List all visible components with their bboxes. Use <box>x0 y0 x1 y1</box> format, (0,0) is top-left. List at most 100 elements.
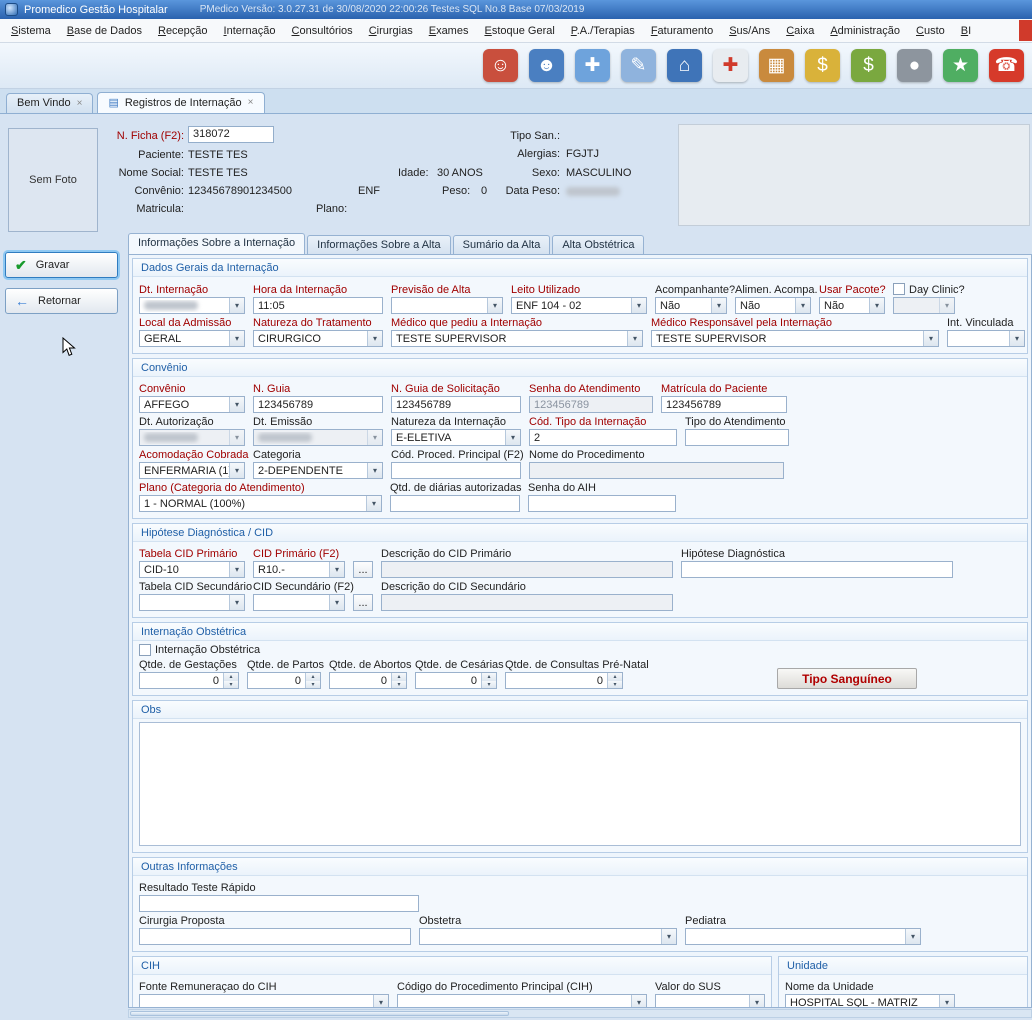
close-icon[interactable]: × <box>248 97 254 108</box>
spin-down-icon[interactable]: ▾ <box>306 681 320 689</box>
spinner-arrows[interactable]: ▴▾ <box>223 673 238 688</box>
menu-recepcao[interactable]: Recepção <box>150 21 216 41</box>
usar-pacote-combo[interactable]: Não▾ <box>819 297 885 314</box>
desc-cid-secundario-input[interactable] <box>381 594 673 611</box>
financeiro-icon[interactable]: $ <box>851 49 886 82</box>
spinner-arrows[interactable]: ▴▾ <box>305 673 320 688</box>
menu-internacao[interactable]: Internação <box>216 21 284 41</box>
cod-tipo-internacao-input[interactable]: 2 <box>529 429 677 446</box>
int-vinculada-combo[interactable]: ▾ <box>947 330 1025 347</box>
prontuario-icon[interactable]: ✎ <box>621 49 656 82</box>
recepcao-icon[interactable]: ☺ <box>483 49 518 82</box>
acomodacao-cobrada-combo[interactable]: ENFERMARIA (1)▾ <box>139 462 245 479</box>
hipotese-input[interactable] <box>681 561 953 578</box>
leito-combo[interactable]: ENF 104 - 02▾ <box>511 297 647 314</box>
menu-custo[interactable]: Custo <box>908 21 953 41</box>
form-tab-sumario-da-alta[interactable]: Sumário da Alta <box>453 235 551 254</box>
nome-unidade-combo[interactable]: HOSPITAL SQL - MATRIZ▾ <box>785 994 955 1008</box>
categoria-combo[interactable]: 2-DEPENDENTE▾ <box>253 462 383 479</box>
estoque-icon[interactable]: ▦ <box>759 49 794 82</box>
scrollbar-thumb[interactable] <box>130 1011 509 1016</box>
medico-resp-combo[interactable]: TESTE SUPERVISOR▾ <box>651 330 939 347</box>
medico-icon[interactable]: ✚ <box>575 49 610 82</box>
pre-natal-stepper[interactable]: 0▴▾ <box>505 672 623 689</box>
nome-procedimento-input[interactable] <box>529 462 784 479</box>
menu-faturamento[interactable]: Faturamento <box>643 21 721 41</box>
spin-up-icon[interactable]: ▴ <box>608 673 622 681</box>
natureza-internacao-combo[interactable]: E-ELETIVA▾ <box>391 429 521 446</box>
gravar-button[interactable]: ✔ Gravar <box>5 252 118 278</box>
plano-categoria-combo[interactable]: 1 - NORMAL (100%)▾ <box>139 495 382 512</box>
spin-up-icon[interactable]: ▴ <box>224 673 238 681</box>
spin-up-icon[interactable]: ▴ <box>306 673 320 681</box>
day-clinic-combo[interactable]: ▾ <box>893 297 955 314</box>
abortos-stepper[interactable]: 0▴▾ <box>329 672 407 689</box>
obstetrica-checkbox[interactable] <box>139 644 151 656</box>
acompanhante-combo[interactable]: Não▾ <box>655 297 727 314</box>
menu-estoque-geral[interactable]: Estoque Geral <box>476 21 562 41</box>
menu-sus-ans[interactable]: Sus/Ans <box>721 21 778 41</box>
codigo-cih-combo[interactable]: ▾ <box>397 994 647 1008</box>
partos-stepper[interactable]: 0▴▾ <box>247 672 321 689</box>
spin-down-icon[interactable]: ▾ <box>482 681 496 689</box>
obs-textarea[interactable] <box>139 722 1021 846</box>
spin-up-icon[interactable]: ▴ <box>482 673 496 681</box>
ficha-input[interactable]: 318072 <box>188 126 274 143</box>
natureza-tratamento-combo[interactable]: CIRURGICO▾ <box>253 330 383 347</box>
menu-p-a-terapias[interactable]: P.A./Terapias <box>563 21 643 41</box>
convenio-combo[interactable]: AFFEGO▾ <box>139 396 245 413</box>
faturamento-icon[interactable]: $ <box>805 49 840 82</box>
menu-consultorios[interactable]: Consultórios <box>284 21 361 41</box>
menu-caixa[interactable]: Caixa <box>778 21 822 41</box>
ambulancia-icon[interactable]: ✚ <box>713 49 748 82</box>
doc-tab-registros-de-internacao[interactable]: ▤Registros de Internação× <box>97 92 264 113</box>
atendimento-icon[interactable]: ☻ <box>529 49 564 82</box>
retornar-button[interactable]: ← Retornar <box>5 288 118 314</box>
cid-primario-search-button[interactable]: ... <box>353 561 373 578</box>
cirurgia-proposta-input[interactable] <box>139 928 411 945</box>
close-icon[interactable]: × <box>77 98 83 109</box>
tipo-sanguineo-button[interactable]: Tipo Sanguíneo <box>777 668 917 689</box>
dt-autorizacao-combo[interactable]: ▾ <box>139 429 245 446</box>
form-tab-informacoes-sobre-a-alta[interactable]: Informações Sobre a Alta <box>307 235 451 254</box>
alimen-acompa-combo[interactable]: Não▾ <box>735 297 811 314</box>
desc-cid-primario-input[interactable] <box>381 561 673 578</box>
medico-pediu-combo[interactable]: TESTE SUPERVISOR▾ <box>391 330 643 347</box>
dt-emissao-combo[interactable]: ▾ <box>253 429 383 446</box>
leito-icon[interactable]: ⌂ <box>667 49 702 82</box>
n-guia-solicitacao-input[interactable]: 123456789 <box>391 396 521 413</box>
fonte-cih-combo[interactable]: ▾ <box>139 994 389 1008</box>
cod-proced-principal-input[interactable] <box>391 462 521 479</box>
day-clinic-checkbox[interactable] <box>893 283 905 295</box>
obstetra-combo[interactable]: ▾ <box>419 928 677 945</box>
form-tab-alta-obstetrica[interactable]: Alta Obstétrica <box>552 235 644 254</box>
form-tab-informacoes-sobre-a-internacao[interactable]: Informações Sobre a Internação <box>128 233 305 254</box>
tipo-atendimento-input[interactable] <box>685 429 789 446</box>
spinner-arrows[interactable]: ▴▾ <box>481 673 496 688</box>
qtd-diarias-input[interactable] <box>390 495 520 512</box>
cesarias-stepper[interactable]: 0▴▾ <box>415 672 497 689</box>
spinner-arrows[interactable]: ▴▾ <box>607 673 622 688</box>
hora-internacao-input[interactable]: 11:05 <box>253 297 383 314</box>
menu-administracao[interactable]: Administração <box>822 21 908 41</box>
spin-down-icon[interactable]: ▾ <box>392 681 406 689</box>
spin-up-icon[interactable]: ▴ <box>392 673 406 681</box>
tabela-cid-secundario-combo[interactable]: ▾ <box>139 594 245 611</box>
cofre-icon[interactable]: ● <box>897 49 932 82</box>
dt-internacao-combo[interactable]: ▾ <box>139 297 245 314</box>
horizontal-scrollbar[interactable] <box>128 1009 1032 1018</box>
menu-cirurgias[interactable]: Cirurgias <box>361 21 421 41</box>
resultado-teste-input[interactable] <box>139 895 419 912</box>
pediatra-combo[interactable]: ▾ <box>685 928 921 945</box>
menu-sistema[interactable]: Sistema <box>3 21 59 41</box>
spin-down-icon[interactable]: ▾ <box>224 681 238 689</box>
doc-tab-bem-vindo[interactable]: Bem Vindo× <box>6 93 93 113</box>
menu-bi[interactable]: BI <box>953 21 979 41</box>
gestacoes-stepper[interactable]: 0▴▾ <box>139 672 239 689</box>
local-admissao-combo[interactable]: GERAL▾ <box>139 330 245 347</box>
cid-secundario-combo[interactable]: ▾ <box>253 594 345 611</box>
valor-sus-combo[interactable]: ▾ <box>655 994 765 1008</box>
n-guia-input[interactable]: 123456789 <box>253 396 383 413</box>
matricula-paciente-input[interactable]: 123456789 <box>661 396 787 413</box>
senha-atendimento-input[interactable]: 123456789 <box>529 396 653 413</box>
